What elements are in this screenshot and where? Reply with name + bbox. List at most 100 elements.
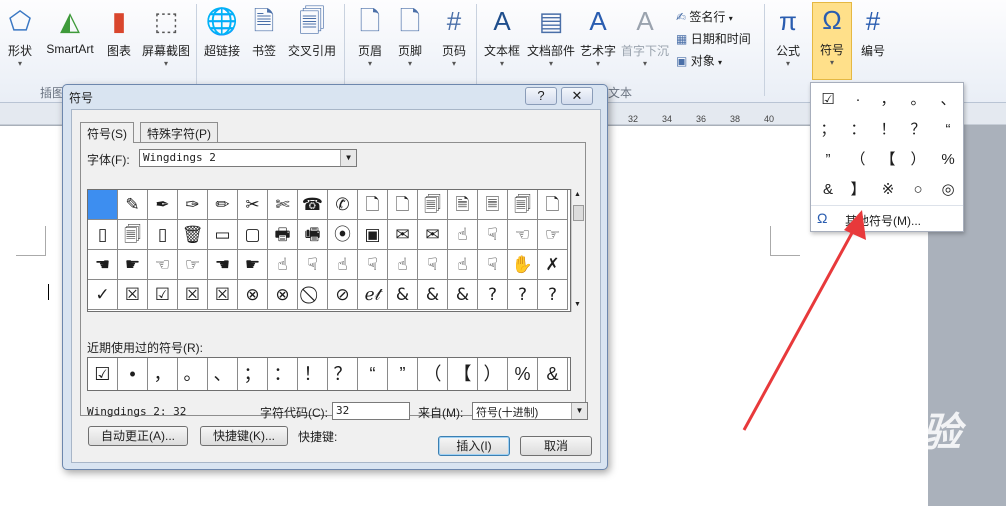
dropdown-symbol-cell[interactable]: ？: [903, 115, 933, 145]
recent-symbol-cell[interactable]: 【: [448, 358, 478, 390]
symbol-cell[interactable]: ☎: [298, 190, 328, 220]
ribbon-button-number[interactable]: # 编号: [856, 4, 890, 59]
ribbon-button-cross-reference[interactable]: 🗐 交叉引用: [284, 4, 340, 59]
symbol-cell[interactable]: ▯: [88, 220, 118, 250]
symbol-cell[interactable]: ☛: [238, 250, 268, 280]
tab-symbols[interactable]: 符号(S): [80, 122, 134, 143]
recent-symbol-cell[interactable]: ☑: [88, 358, 118, 390]
symbol-cell[interactable]: ☑: [148, 280, 178, 310]
symbol-cell[interactable]: ☒: [208, 280, 238, 310]
symbol-cell[interactable]: 🗑: [178, 220, 208, 250]
symbol-cell[interactable]: ☟: [298, 250, 328, 280]
ribbon-button-chart[interactable]: ▮ 图表: [102, 4, 136, 59]
from-select[interactable]: 符号(十进制) ▼: [472, 402, 588, 420]
ribbon-button-page-number[interactable]: # 页码 ▾: [436, 4, 472, 69]
ribbon-button-hyperlink[interactable]: 🌐 超链接: [202, 4, 242, 59]
symbol-cell[interactable]: ▯: [148, 220, 178, 250]
charcode-input[interactable]: 32: [332, 402, 410, 420]
symbol-cell[interactable]: ☝: [268, 250, 298, 280]
dropdown-symbol-cell[interactable]: ☑: [813, 85, 843, 115]
recent-symbol-cell[interactable]: •: [118, 358, 148, 390]
symbol-cell[interactable]: ☜: [148, 250, 178, 280]
symbol-cell[interactable]: ☛: [118, 250, 148, 280]
symbol-cell[interactable]: ✓: [88, 280, 118, 310]
dropdown-symbol-cell[interactable]: 【: [873, 145, 903, 175]
recent-symbol-cell[interactable]: （: [418, 358, 448, 390]
recent-symbol-cell[interactable]: ：: [268, 358, 298, 390]
recent-symbol-cell[interactable]: ；: [238, 358, 268, 390]
symbol-cell[interactable]: 🗋: [358, 190, 388, 220]
object-button[interactable]: ▣ 对象 ▾: [676, 52, 722, 69]
shortcut-key-button[interactable]: 快捷键(K)...: [200, 426, 288, 446]
tab-special-characters[interactable]: 特殊字符(P): [140, 122, 218, 142]
symbol-cell[interactable]: 🗐: [118, 220, 148, 250]
recent-symbol-cell[interactable]: 、: [208, 358, 238, 390]
symbol-cell[interactable]: ✑: [178, 190, 208, 220]
ribbon-button-bookmark[interactable]: 🗎 书签: [248, 4, 280, 59]
symbol-grid-scrollbar[interactable]: ▲ ▼: [571, 189, 585, 312]
symbol-cell[interactable]: ☝: [328, 250, 358, 280]
ribbon-button-dropcap[interactable]: A 首字下沉 ▾: [620, 4, 670, 69]
ribbon-button-screenshot[interactable]: ⬚ 屏幕截图 ▾: [138, 4, 194, 69]
symbol-cell[interactable]: ☟: [478, 250, 508, 280]
symbol-cell[interactable]: ✂: [238, 190, 268, 220]
recent-symbol-cell[interactable]: ？: [328, 358, 358, 390]
scroll-down-icon[interactable]: ▼: [574, 301, 581, 308]
symbol-cell[interactable]: ⊗: [238, 280, 268, 310]
symbol-cell[interactable]: [88, 190, 118, 220]
symbol-cell[interactable]: 🗋: [388, 190, 418, 220]
ribbon-button-quick-parts[interactable]: ▤ 文档部件 ▾: [526, 4, 576, 69]
symbol-cell[interactable]: ▢: [238, 220, 268, 250]
symbol-cell[interactable]: &: [448, 280, 478, 310]
symbol-cell[interactable]: ▭: [208, 220, 238, 250]
symbol-cell[interactable]: 🗎: [448, 190, 478, 220]
dropdown-symbol-cell[interactable]: “: [933, 115, 963, 145]
dropdown-symbol-cell[interactable]: ○: [903, 175, 933, 205]
symbol-cell[interactable]: ✎: [118, 190, 148, 220]
symbol-cell[interactable]: 🗏: [478, 190, 508, 220]
symbol-cell[interactable]: ℯ𝓉: [358, 280, 388, 310]
symbol-cell[interactable]: 🗋: [538, 190, 568, 220]
symbol-cell[interactable]: ☝: [448, 250, 478, 280]
symbol-cell[interactable]: 🗐: [418, 190, 448, 220]
symbol-cell[interactable]: ✉: [388, 220, 418, 250]
dropdown-symbol-cell[interactable]: ；: [813, 115, 843, 145]
symbol-cell[interactable]: ✒: [148, 190, 178, 220]
symbol-cell[interactable]: ?: [538, 280, 568, 310]
symbol-grid[interactable]: ✎ ✒ ✑ ✏ ✂ ✄ ☎ ✆ 🗋 🗋 🗐 🗎 🗏 🗐 🗋 ▯ 🗐 ▯ 🗑 ▭ ▢ 🖶 🖷 ⦿ ▣ ✉ ✉ ☝ ☟ ☜ ☞ ☚ ☛ ☜ ☞ ☚ ☛ ☝ ☟ ☝…: [87, 189, 571, 312]
scroll-up-icon[interactable]: ▲: [574, 191, 581, 198]
dropdown-symbol-cell[interactable]: ，: [873, 85, 903, 115]
ribbon-button-omega[interactable]: Ω 符号 ▾: [812, 2, 852, 80]
symbol-cell[interactable]: ☞: [538, 220, 568, 250]
symbol-cell[interactable]: ☞: [178, 250, 208, 280]
recent-symbol-cell[interactable]: ，: [148, 358, 178, 390]
symbol-cell[interactable]: ✗: [538, 250, 568, 280]
symbol-cell[interactable]: 🗐: [508, 190, 538, 220]
ribbon-button-textbox[interactable]: A 文本框 ▾: [482, 4, 522, 69]
recent-symbol-cell[interactable]: “: [358, 358, 388, 390]
symbol-cell[interactable]: 🖶: [268, 220, 298, 250]
symbol-cell[interactable]: ☟: [418, 250, 448, 280]
symbol-cell[interactable]: ✏: [208, 190, 238, 220]
recent-symbols[interactable]: ☑ •，。、；：！？ “” （【）% &: [87, 357, 571, 391]
symbol-cell[interactable]: ☟: [478, 220, 508, 250]
ribbon-button-shapes[interactable]: ⬠ 形状 ▾: [4, 4, 36, 69]
symbol-cell[interactable]: &: [388, 280, 418, 310]
close-button[interactable]: ✕: [561, 87, 593, 105]
scroll-thumb[interactable]: [573, 205, 584, 221]
symbol-cell[interactable]: ⊘: [328, 280, 358, 310]
dropdown-symbol-cell[interactable]: ）: [903, 145, 933, 175]
dropdown-symbol-cell[interactable]: ”: [813, 145, 843, 175]
dropdown-symbol-cell[interactable]: ·: [843, 85, 873, 115]
symbol-cell[interactable]: ?: [508, 280, 538, 310]
signature-line-button[interactable]: ✍ 签名行 ▾: [676, 8, 733, 25]
dropdown-symbol-cell[interactable]: ！: [873, 115, 903, 145]
cancel-button[interactable]: 取消: [520, 436, 592, 456]
symbol-cell[interactable]: ⦿: [328, 220, 358, 250]
symbol-cell[interactable]: ✉: [418, 220, 448, 250]
symbol-cell[interactable]: ⊗: [268, 280, 298, 310]
dropdown-symbol-cell[interactable]: 、: [933, 85, 963, 115]
symbol-cell[interactable]: ☜: [508, 220, 538, 250]
dropdown-symbol-cell[interactable]: %: [933, 145, 963, 175]
recent-symbol-cell[interactable]: ！: [298, 358, 328, 390]
